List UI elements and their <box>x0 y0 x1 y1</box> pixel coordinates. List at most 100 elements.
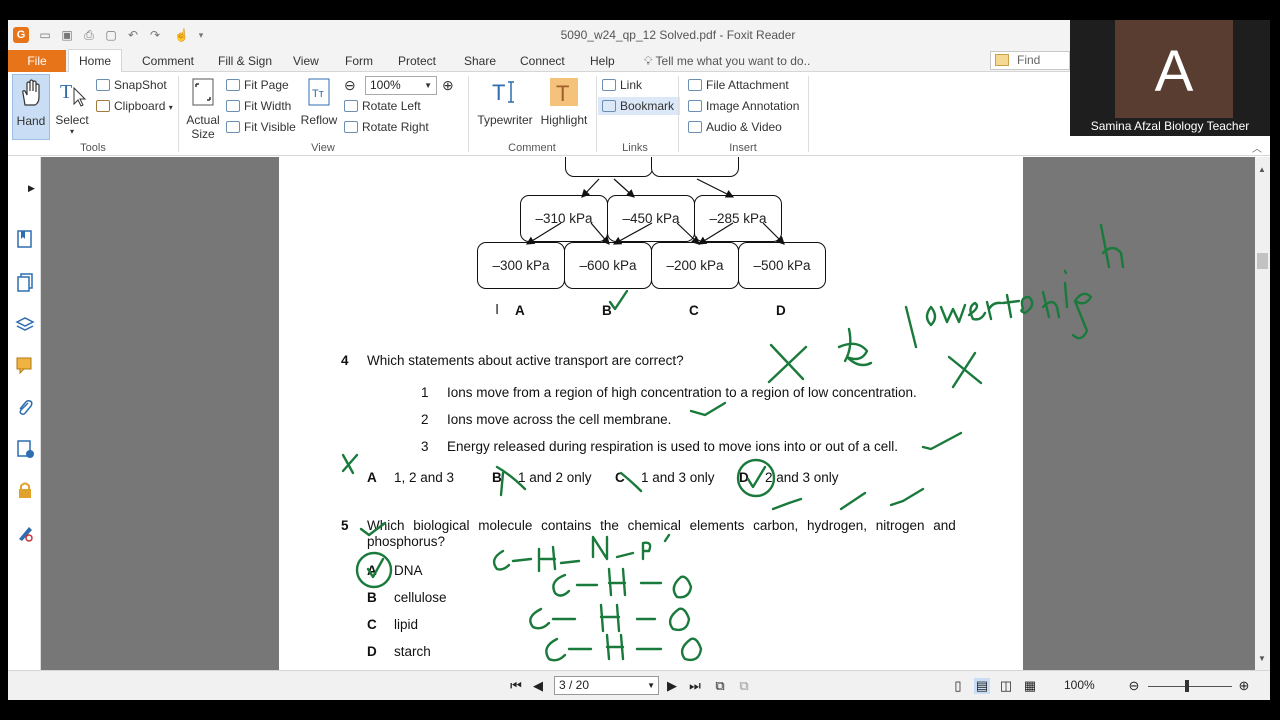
zoom-out-icon: ⊖ <box>344 77 356 93</box>
facing-view-icon[interactable]: ◫ <box>998 678 1014 694</box>
attachments-panel-icon[interactable] <box>15 397 35 417</box>
fit-page-button[interactable]: Fit Page <box>226 76 289 94</box>
expand-panel-icon[interactable]: ▶ <box>28 183 35 194</box>
tab-protect[interactable]: Protect <box>398 50 436 72</box>
zoom-in-icon[interactable]: ⊕ <box>1236 678 1252 694</box>
lightbulb-icon: 💡︎ <box>644 54 656 68</box>
last-page-icon[interactable]: ⏭ <box>687 678 703 694</box>
fit-width-icon <box>226 100 240 112</box>
collapse-ribbon-icon[interactable]: ︿ <box>1252 140 1262 155</box>
fit-width-button[interactable]: Fit Width <box>226 97 291 115</box>
zoom-select[interactable]: 100% ▼ <box>365 76 437 95</box>
fit-page-label: Fit Page <box>244 78 289 92</box>
continuous-facing-view-icon[interactable]: ▦ <box>1022 678 1038 694</box>
first-page-icon[interactable]: ⏮ <box>508 678 524 694</box>
tab-file[interactable]: File <box>8 50 66 72</box>
previous-view-icon[interactable]: ⧉ <box>712 678 728 694</box>
typewriter-button[interactable]: T Typewriter <box>474 74 536 140</box>
rotate-right-label: Rotate Right <box>362 120 429 134</box>
vertical-scrollbar[interactable]: ▲ ▼ <box>1255 157 1270 670</box>
statement-number: 1 <box>421 385 429 400</box>
view-group-label: View <box>311 142 335 154</box>
clipboard-icon <box>96 100 110 112</box>
zoom-in-button[interactable]: ⊕ <box>442 76 454 94</box>
rotate-right-button[interactable]: Rotate Right <box>344 118 429 136</box>
next-view-icon[interactable]: ⧉ <box>736 678 752 694</box>
actual-size-button[interactable]: Actual Size <box>184 74 222 141</box>
answer-letter: C <box>367 617 377 632</box>
clipboard-dropdown-icon: ▾ <box>168 103 173 112</box>
bookmark-label: Bookmark <box>620 99 675 113</box>
diagram-option-c: C <box>689 303 699 318</box>
zoom-slider[interactable] <box>1148 686 1232 687</box>
image-annotation-button[interactable]: Image Annotation <box>688 97 799 115</box>
scroll-down-icon[interactable]: ▼ <box>1258 654 1266 663</box>
answer-text: starch <box>394 644 431 659</box>
link-button[interactable]: Link <box>602 76 642 94</box>
scrollbar-thumb[interactable] <box>1257 253 1268 269</box>
fit-width-label: Fit Width <box>244 99 292 113</box>
answer-text: 1 and 3 only <box>641 470 715 485</box>
select-tool-button[interactable]: T Select ▾ <box>54 74 90 140</box>
navigation-panel: ▶ <box>8 157 41 670</box>
scroll-up-icon[interactable]: ▲ <box>1258 165 1266 174</box>
divider <box>468 76 469 152</box>
answer-letter: B <box>367 590 377 605</box>
question-5-number: 5 <box>341 518 349 533</box>
reflow-label: Reflow <box>300 113 338 127</box>
answer-letter: D <box>739 470 749 485</box>
avatar-initial: A <box>1154 39 1194 104</box>
tab-fill-sign[interactable]: Fill & Sign <box>218 50 272 72</box>
bookmarks-panel-icon[interactable] <box>15 229 35 249</box>
actual-size-icon <box>192 78 214 106</box>
fit-visible-button[interactable]: Fit Visible <box>226 118 296 136</box>
hand-tool-button[interactable]: Hand <box>12 74 50 140</box>
reflow-button[interactable]: Tт Reflow <box>298 74 340 140</box>
previous-page-icon[interactable]: ◀ <box>530 678 546 694</box>
tab-form[interactable]: Form <box>345 50 373 72</box>
zoom-slider-thumb[interactable] <box>1185 680 1189 692</box>
tab-share[interactable]: Share <box>464 50 496 72</box>
film-icon <box>688 121 702 133</box>
divider <box>178 76 179 152</box>
file-attachment-button[interactable]: File Attachment <box>688 76 789 94</box>
pdf-page: –310 kPa –450 kPa –285 kPa –300 kPa –600… <box>279 157 1023 670</box>
rotate-right-icon <box>344 121 358 133</box>
zoom-out-button[interactable]: ⊖ <box>344 76 356 94</box>
rotate-left-button[interactable]: Rotate Left <box>344 97 421 115</box>
fit-visible-label: Fit Visible <box>244 120 296 134</box>
signatures-panel-icon[interactable] <box>15 439 35 459</box>
clipboard-label: Clipboard <box>114 99 166 113</box>
page-number-input[interactable]: 3 / 20 ▼ <box>554 676 659 695</box>
zoom-out-icon[interactable]: ⊖ <box>1126 678 1142 694</box>
select-label: Select <box>55 113 89 127</box>
tab-comment[interactable]: Comment <box>142 50 194 72</box>
comments-panel-icon[interactable] <box>15 355 35 375</box>
tab-home[interactable]: Home <box>68 49 123 73</box>
tell-me-search[interactable]: 💡︎ Tell me what you want to do.. <box>644 50 810 72</box>
single-page-view-icon[interactable]: ▯ <box>950 678 966 694</box>
ink-word-high <box>1041 223 1125 340</box>
layers-panel-icon[interactable] <box>15 314 35 334</box>
certify-panel-icon[interactable] <box>15 523 35 543</box>
answer-letter: A <box>367 563 377 578</box>
image-annotation-label: Image Annotation <box>706 99 800 113</box>
webcam-overlay: A Samina Afzal Biology Teacher <box>1070 20 1270 136</box>
snapshot-button[interactable]: SnapShot <box>96 76 167 94</box>
highlight-button[interactable]: T Highlight <box>538 74 590 140</box>
tab-view[interactable]: View <box>293 50 319 72</box>
tab-connect[interactable]: Connect <box>520 50 565 72</box>
zoom-percentage[interactable]: 100% <box>1064 678 1095 692</box>
clipboard-button[interactable]: Clipboard ▾ <box>96 97 173 115</box>
next-page-icon[interactable]: ▶ <box>664 678 680 694</box>
answer-letter: C <box>615 470 625 485</box>
find-input[interactable]: Find <box>990 51 1070 70</box>
security-panel-icon[interactable] <box>15 480 35 500</box>
bookmark-button[interactable]: Bookmark <box>598 97 681 115</box>
document-viewport[interactable]: –310 kPa –450 kPa –285 kPa –300 kPa –600… <box>41 157 1255 670</box>
tab-help[interactable]: Help <box>590 50 615 72</box>
statement-text: Energy released during respiration is us… <box>447 439 898 454</box>
audio-video-button[interactable]: Audio & Video <box>688 118 782 136</box>
continuous-view-icon[interactable]: ▤ <box>974 678 990 694</box>
pages-panel-icon[interactable] <box>15 272 35 292</box>
